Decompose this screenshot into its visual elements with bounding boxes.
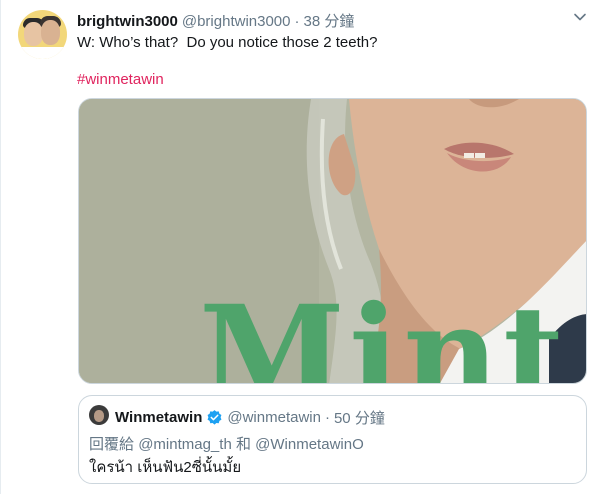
quoted-timestamp: 50 分鐘 [333, 410, 385, 427]
reply-context: 回覆給 @mintmag_th 和 @WinmetawinO [89, 433, 364, 454]
reply-mention-mintmag: @mintmag_th [138, 436, 232, 453]
quoted-separator-dot: · [324, 409, 330, 426]
quoted-user-handle: @winmetawin [227, 409, 321, 426]
timestamp[interactable]: 38 分鐘 [304, 10, 355, 31]
quoted-user-avatar [89, 405, 109, 425]
quoted-tweet[interactable]: Winmetawin @winmetawin · 50 分鐘 回覆給 @mint… [78, 395, 587, 484]
tweet-photo[interactable]: Mint [78, 98, 587, 384]
tweet-header: brightwin3000 @brightwin3000 · 38 分鐘 [77, 10, 354, 30]
user-handle[interactable]: @brightwin3000 [182, 13, 291, 30]
user-avatar[interactable] [18, 10, 67, 59]
display-name[interactable]: brightwin3000 [77, 13, 178, 30]
reply-prefix: 回覆給 [89, 436, 135, 453]
tweet-text: W: Who’s that? Do you notice those 2 tee… [77, 34, 378, 51]
reply-mention-winmetawino: @WinmetawinO [255, 436, 364, 453]
verified-badge-icon [207, 410, 222, 425]
hashtag-link[interactable]: #winmetawin [77, 70, 164, 90]
chevron-down-icon[interactable] [572, 9, 588, 25]
mint-overlay-text: Mint [199, 277, 569, 384]
quoted-tweet-text: ใครน้า เห็นฟัน2ซี่นั้นมั้ย [89, 459, 242, 476]
quoted-display-name: Winmetawin [115, 409, 203, 426]
separator-dot: · [294, 13, 300, 30]
tweet[interactable]: brightwin3000 @brightwin3000 · 38 分鐘 W: … [0, 0, 604, 494]
reply-conjunction: 和 [235, 436, 251, 453]
quoted-tweet-header: Winmetawin @winmetawin · 50 分鐘 [115, 407, 385, 428]
